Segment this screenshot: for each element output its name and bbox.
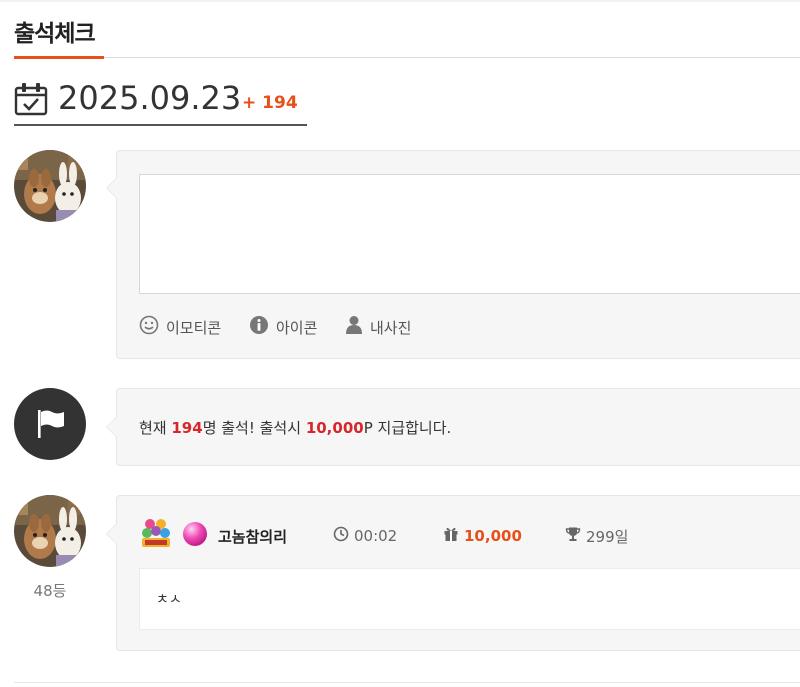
info-icon <box>249 315 276 339</box>
clock-icon <box>333 526 354 546</box>
notice-middle: 명 출석! 출석시 <box>202 419 306 437</box>
my-photo-label: 내사진 <box>370 318 412 337</box>
comment-composer: 이모티콘 아이콘 내사진 <box>106 150 800 359</box>
calendar-check-icon <box>14 82 48 116</box>
points-value: 10,000 <box>464 527 522 545</box>
date-row: 2025.09.23 + 194 <box>14 78 307 126</box>
level-badge-icon <box>139 516 178 556</box>
attendance-notice: 현재 194명 출석! 출석시 10,000P 지급합니다. <box>106 388 800 466</box>
emoticon-label: 이모티콘 <box>166 318 222 337</box>
entry-comment: ㅊㅅ <box>139 568 800 630</box>
days-value: 299일 <box>586 527 629 546</box>
entry-avatar[interactable] <box>14 495 86 567</box>
notice-points: 10,000 <box>305 419 364 437</box>
notice-count: 194 <box>171 419 203 437</box>
notice-badge <box>14 388 86 460</box>
top-divider <box>0 0 800 2</box>
nickname[interactable]: 고놈참의리 <box>218 526 287 547</box>
avatar <box>14 150 86 222</box>
bottom-divider <box>14 682 800 683</box>
notice-suffix: P 지급합니다. <box>363 419 452 437</box>
attendance-time: 00:02 <box>333 524 397 548</box>
comment-text: ㅊㅅ <box>156 592 182 608</box>
active-tab-underline <box>14 56 104 59</box>
page-header: 출석체크 <box>14 8 800 59</box>
notice-text: 현재 194명 출석! 출석시 10,000P 지급합니다. <box>139 417 451 438</box>
page-title[interactable]: 출석체크 <box>14 14 96 48</box>
emoticon-button[interactable]: 이모티콘 <box>139 315 221 339</box>
rank-label: 48등 <box>33 582 67 600</box>
earned-points: 10,000 <box>443 524 522 548</box>
smile-icon <box>139 315 166 339</box>
gift-icon <box>443 526 464 546</box>
flag-icon <box>36 408 66 444</box>
person-icon <box>345 315 370 339</box>
time-value: 00:02 <box>354 527 398 545</box>
attendance-date: 2025.09.23 <box>58 79 242 117</box>
attendance-days: 299일 <box>565 524 628 548</box>
attendance-entry: 고놈참의리 00:02 10,000 299일 ㅊㅅ <box>106 495 800 651</box>
attendance-count: + 194 <box>242 93 298 113</box>
notice-prefix: 현재 <box>139 419 172 437</box>
trophy-icon <box>565 526 586 546</box>
pink-ball-icon <box>182 521 213 551</box>
comment-input[interactable] <box>139 174 800 294</box>
icon-button[interactable]: 아이콘 <box>249 315 317 339</box>
icon-label: 아이콘 <box>276 318 318 337</box>
user-info[interactable]: 고놈참의리 <box>139 518 287 554</box>
my-photo-button[interactable]: 내사진 <box>345 315 411 339</box>
